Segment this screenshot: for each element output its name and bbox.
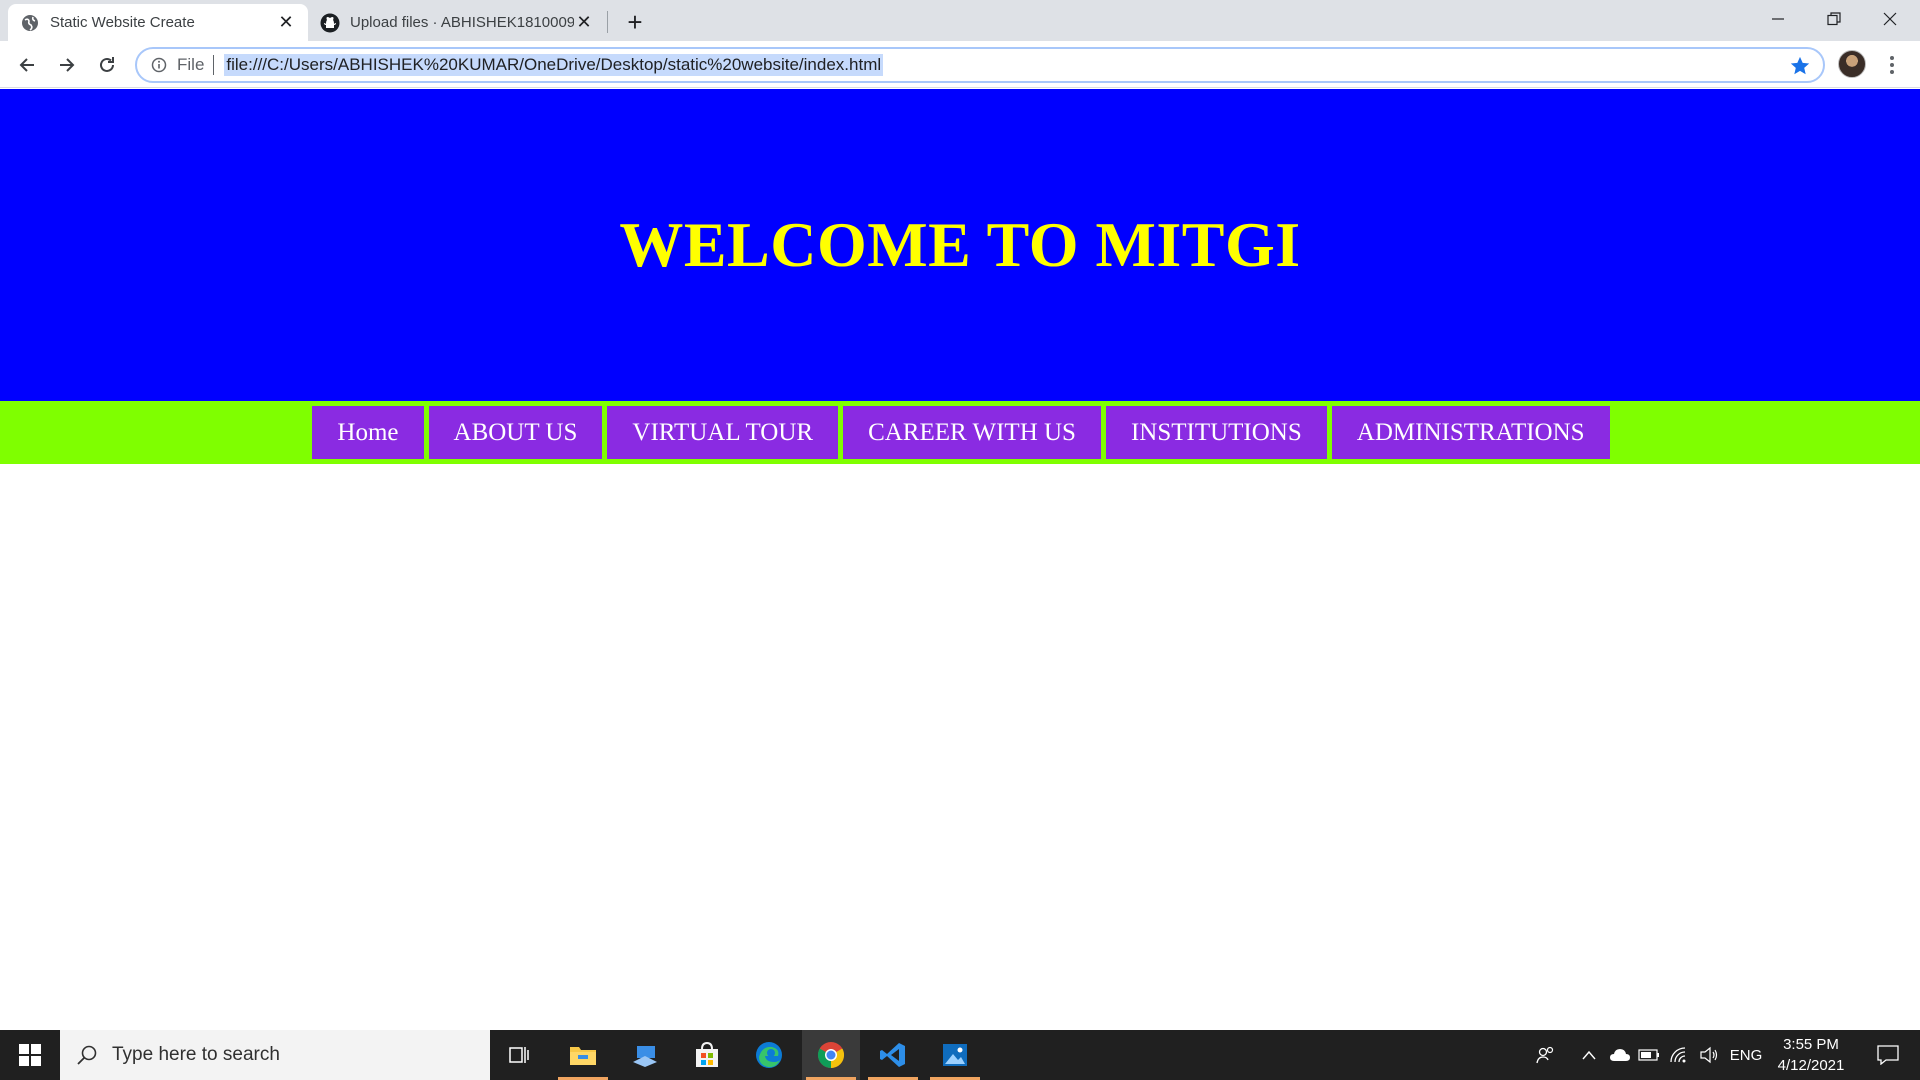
reload-button[interactable] [91,49,123,81]
language-indicator[interactable]: ENG [1726,1030,1766,1080]
profile-avatar[interactable] [1838,50,1866,78]
new-tab-button[interactable]: + [620,7,650,37]
volume-icon[interactable] [1696,1030,1722,1080]
tab-title: Static Website Create [50,14,195,31]
tab-static-website[interactable]: Static Website Create ✕ [8,4,308,41]
close-icon[interactable]: ✕ [574,12,594,33]
github-icon [320,13,340,33]
taskbar-search[interactable]: Type here to search [60,1030,490,1080]
close-icon [1883,12,1897,26]
info-icon[interactable] [149,55,169,75]
nav-item-about-us[interactable]: ABOUT US [428,406,603,459]
onedrive-cloud-icon[interactable] [1606,1030,1634,1080]
clock-date: 4/12/2021 [1777,1057,1845,1074]
nav-item-virtual-tour[interactable]: VIRTUAL TOUR [607,406,839,459]
close-icon[interactable]: ✕ [276,12,296,33]
forward-button[interactable] [51,49,83,81]
people-icon[interactable] [1530,1030,1560,1080]
arrow-left-icon [19,58,34,72]
divider [213,55,215,75]
edge-icon[interactable] [740,1030,798,1080]
microsoft-store-icon[interactable] [678,1030,736,1080]
tab-title: Upload files · ABHISHEK1810009/ [350,14,574,31]
arrow-right-icon [60,58,75,72]
site-navbar: Home ABOUT US VIRTUAL TOUR CAREER WITH U… [0,401,1920,464]
nav-item-home[interactable]: Home [312,406,424,459]
wifi-icon[interactable] [1666,1030,1692,1080]
nav-item-institutions[interactable]: INSTITUTIONS [1105,406,1327,459]
web-page: WELCOME TO MITGI Home ABOUT US VIRTUAL T… [0,89,1920,1030]
nav-item-administrations[interactable]: ADMINISTRATIONS [1331,406,1610,459]
photos-icon[interactable] [926,1030,984,1080]
start-button[interactable] [0,1030,60,1080]
chevron-up-icon[interactable] [1578,1030,1600,1080]
hero-banner: WELCOME TO MITGI [0,89,1920,401]
nav-item-career-with-us[interactable]: CAREER WITH US [843,406,1101,459]
tab-separator [607,11,608,33]
minimize-icon [1772,18,1784,20]
browser-menu-icon[interactable] [1880,50,1904,80]
url-text[interactable]: file:///C:/Users/ABHISHEK%20KUMAR/OneDri… [224,54,884,76]
clock-time: 3:55 PM [1783,1036,1839,1053]
page-title: WELCOME TO MITGI [619,209,1301,280]
restore-icon [1827,12,1841,26]
address-bar[interactable]: File file:///C:/Users/ABHISHEK%20KUMAR/O… [135,47,1825,83]
search-icon [74,1042,100,1068]
file-explorer-icon[interactable] [554,1030,612,1080]
battery-icon[interactable] [1636,1030,1662,1080]
notifications-icon[interactable] [1864,1030,1912,1080]
taskbar: Type here to search ENG 3:55 PM 4/12/202… [0,1030,1920,1080]
globe-icon [20,13,40,33]
windows-logo-icon [19,1044,41,1066]
tab-strip: Static Website Create ✕ Upload files · A… [0,0,1920,41]
back-button[interactable] [11,49,43,81]
bookmark-star-icon[interactable] [1789,55,1811,77]
chrome-icon[interactable] [802,1030,860,1080]
close-window-button[interactable] [1862,0,1918,38]
restore-button[interactable] [1806,0,1862,38]
vscode-icon[interactable] [864,1030,922,1080]
task-view-icon[interactable] [491,1030,549,1080]
search-placeholder: Type here to search [112,1044,280,1065]
system-clock[interactable]: 3:55 PM 4/12/2021 [1766,1034,1856,1076]
browser-toolbar: File file:///C:/Users/ABHISHEK%20KUMAR/O… [0,41,1920,88]
tab-github-upload[interactable]: Upload files · ABHISHEK1810009/ ✕ [308,4,606,41]
minimize-button[interactable] [1750,0,1806,38]
scheme-label: File [177,55,205,74]
remote-desktop-icon[interactable] [616,1030,674,1080]
reload-icon [100,57,114,72]
